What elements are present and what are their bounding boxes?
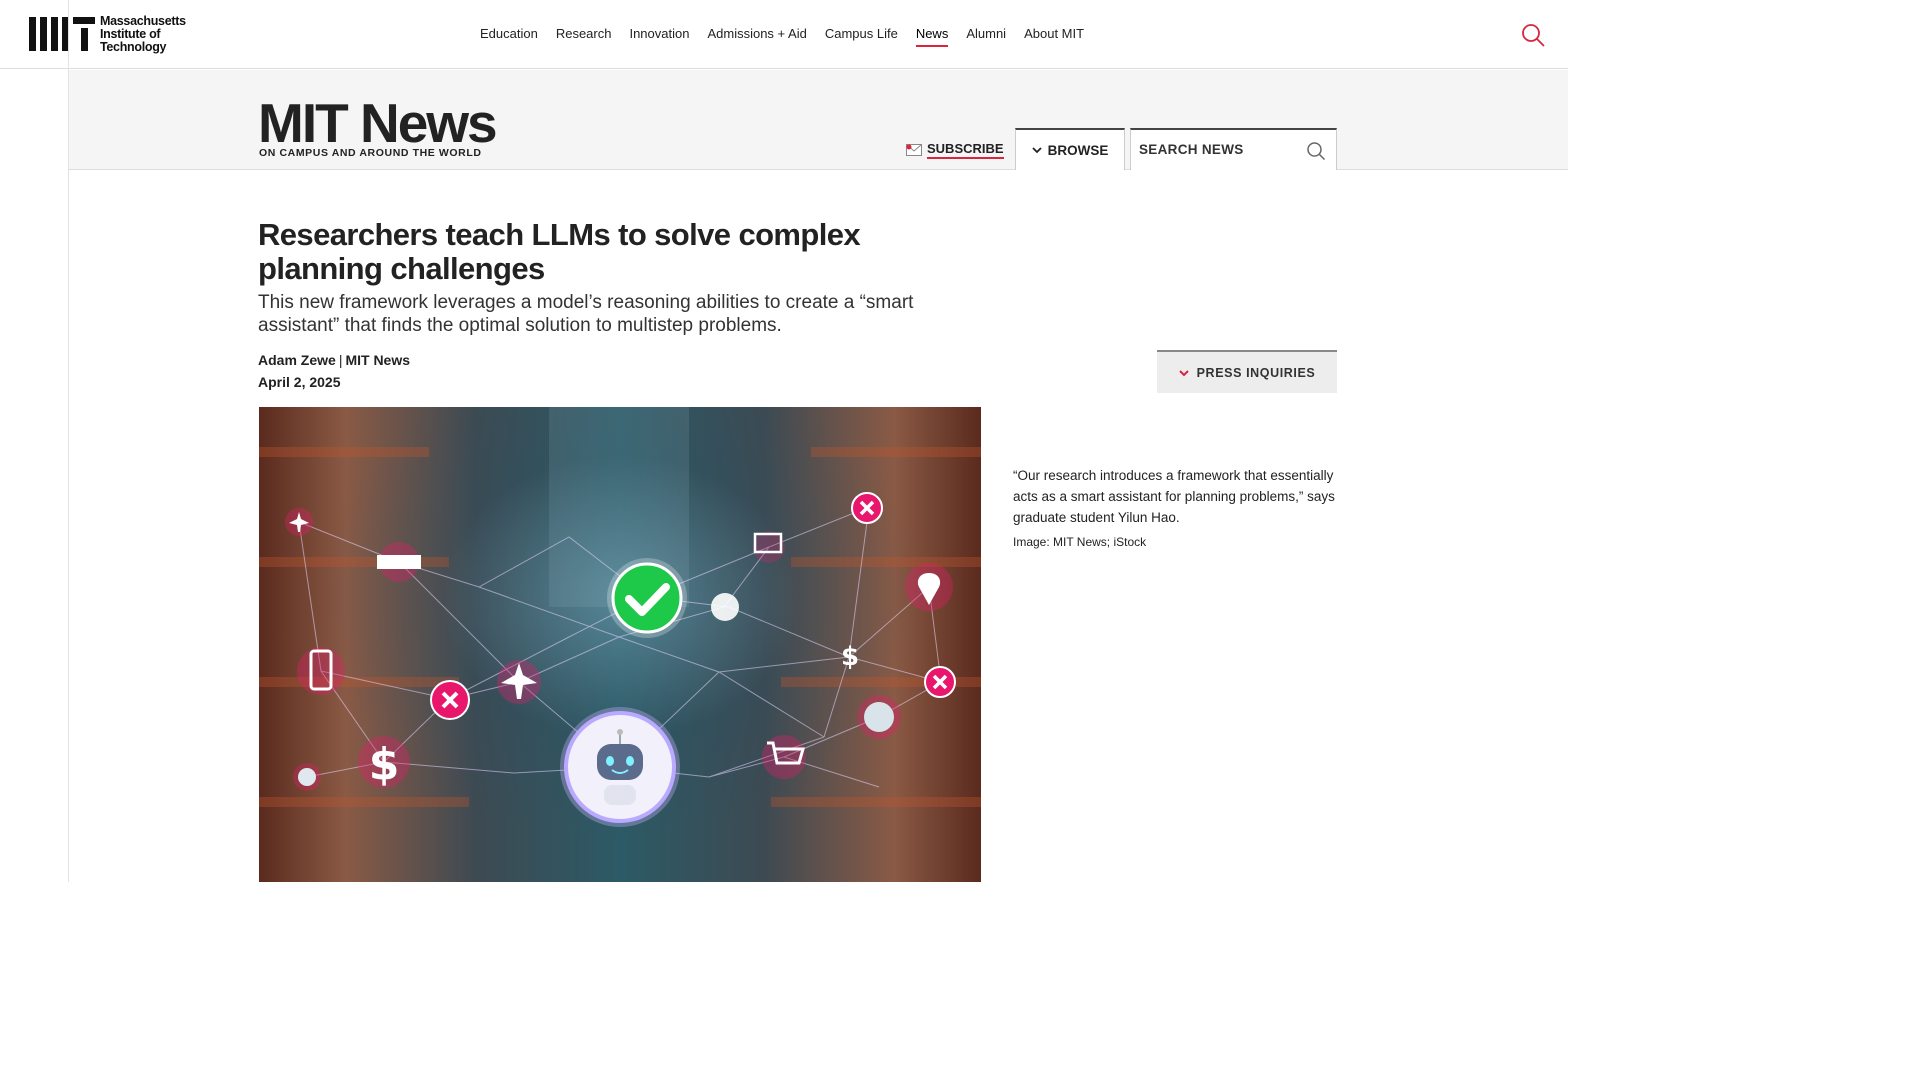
image-credit: Image: MIT News; iStock <box>1013 535 1147 549</box>
envelope-icon <box>906 144 922 156</box>
mit-wordmark[interactable]: Massachusetts Institute of Technology <box>100 15 186 54</box>
truck-icon <box>377 555 421 569</box>
nav-item-news[interactable]: News <box>915 26 948 47</box>
globe-icon <box>298 768 316 786</box>
news-tagline: ON CAMPUS AND AROUND THE WORLD <box>259 147 482 159</box>
nav-item-campus-life[interactable]: Campus Life <box>825 26 898 41</box>
globe-icon <box>864 702 894 732</box>
mit-logo[interactable] <box>29 17 95 51</box>
wordmark-line: Technology <box>100 40 167 54</box>
article-headline: Researchers teach LLMs to solve complex … <box>258 217 861 286</box>
browse-label: BROWSE <box>1047 142 1109 158</box>
global-header: Massachusetts Institute of Technology Ed… <box>0 0 1568 69</box>
subscribe-label: SUBSCRIBE <box>927 141 1004 159</box>
image-caption: “Our research introduces a framework tha… <box>1013 468 1335 525</box>
news-title[interactable]: MIT News <box>258 93 498 153</box>
dollar-icon: $ <box>841 642 859 672</box>
press-inquiries-button[interactable]: PRESS INQUIRIES <box>1157 350 1337 393</box>
search-news-placeholder: SEARCH NEWS <box>1139 142 1244 157</box>
chevron-down-icon <box>1031 147 1042 154</box>
publication-link[interactable]: MIT News <box>345 352 410 368</box>
subscribe-link[interactable]: SUBSCRIBE <box>906 141 1004 159</box>
nav-item-alumni[interactable]: Alumni <box>966 26 1006 41</box>
chevron-down-icon <box>1178 369 1189 376</box>
press-inquiries-label: PRESS INQUIRIES <box>1196 365 1316 380</box>
main-nav: Education Research Innovation Admissions… <box>480 26 1084 47</box>
check-badge <box>607 558 687 638</box>
nav-item-about[interactable]: About MIT <box>1024 26 1084 41</box>
hero-illustration: $ $ <box>259 407 981 827</box>
search-icon[interactable] <box>1306 141 1326 161</box>
dollar-icon: $ <box>369 739 400 790</box>
article-dek: This new framework leverages a model’s r… <box>258 292 914 336</box>
byline-separator: | <box>338 352 343 368</box>
publish-date: April 2, 2025 <box>258 374 341 390</box>
nav-item-research[interactable]: Research <box>556 26 612 41</box>
author-link[interactable]: Adam Zewe <box>258 352 336 368</box>
nav-item-innovation[interactable]: Innovation <box>629 26 689 41</box>
robot-assistant-icon <box>560 707 680 827</box>
byline: Adam Zewe | MIT News <box>258 352 410 368</box>
nav-item-admissions[interactable]: Admissions + Aid <box>707 26 806 41</box>
hero-image[interactable]: $ $ <box>259 407 981 882</box>
search-icon[interactable] <box>1520 22 1546 48</box>
browse-button[interactable]: BROWSE <box>1015 128 1125 170</box>
nav-item-education[interactable]: Education <box>480 26 538 41</box>
search-news-field[interactable]: SEARCH NEWS <box>1130 128 1337 170</box>
